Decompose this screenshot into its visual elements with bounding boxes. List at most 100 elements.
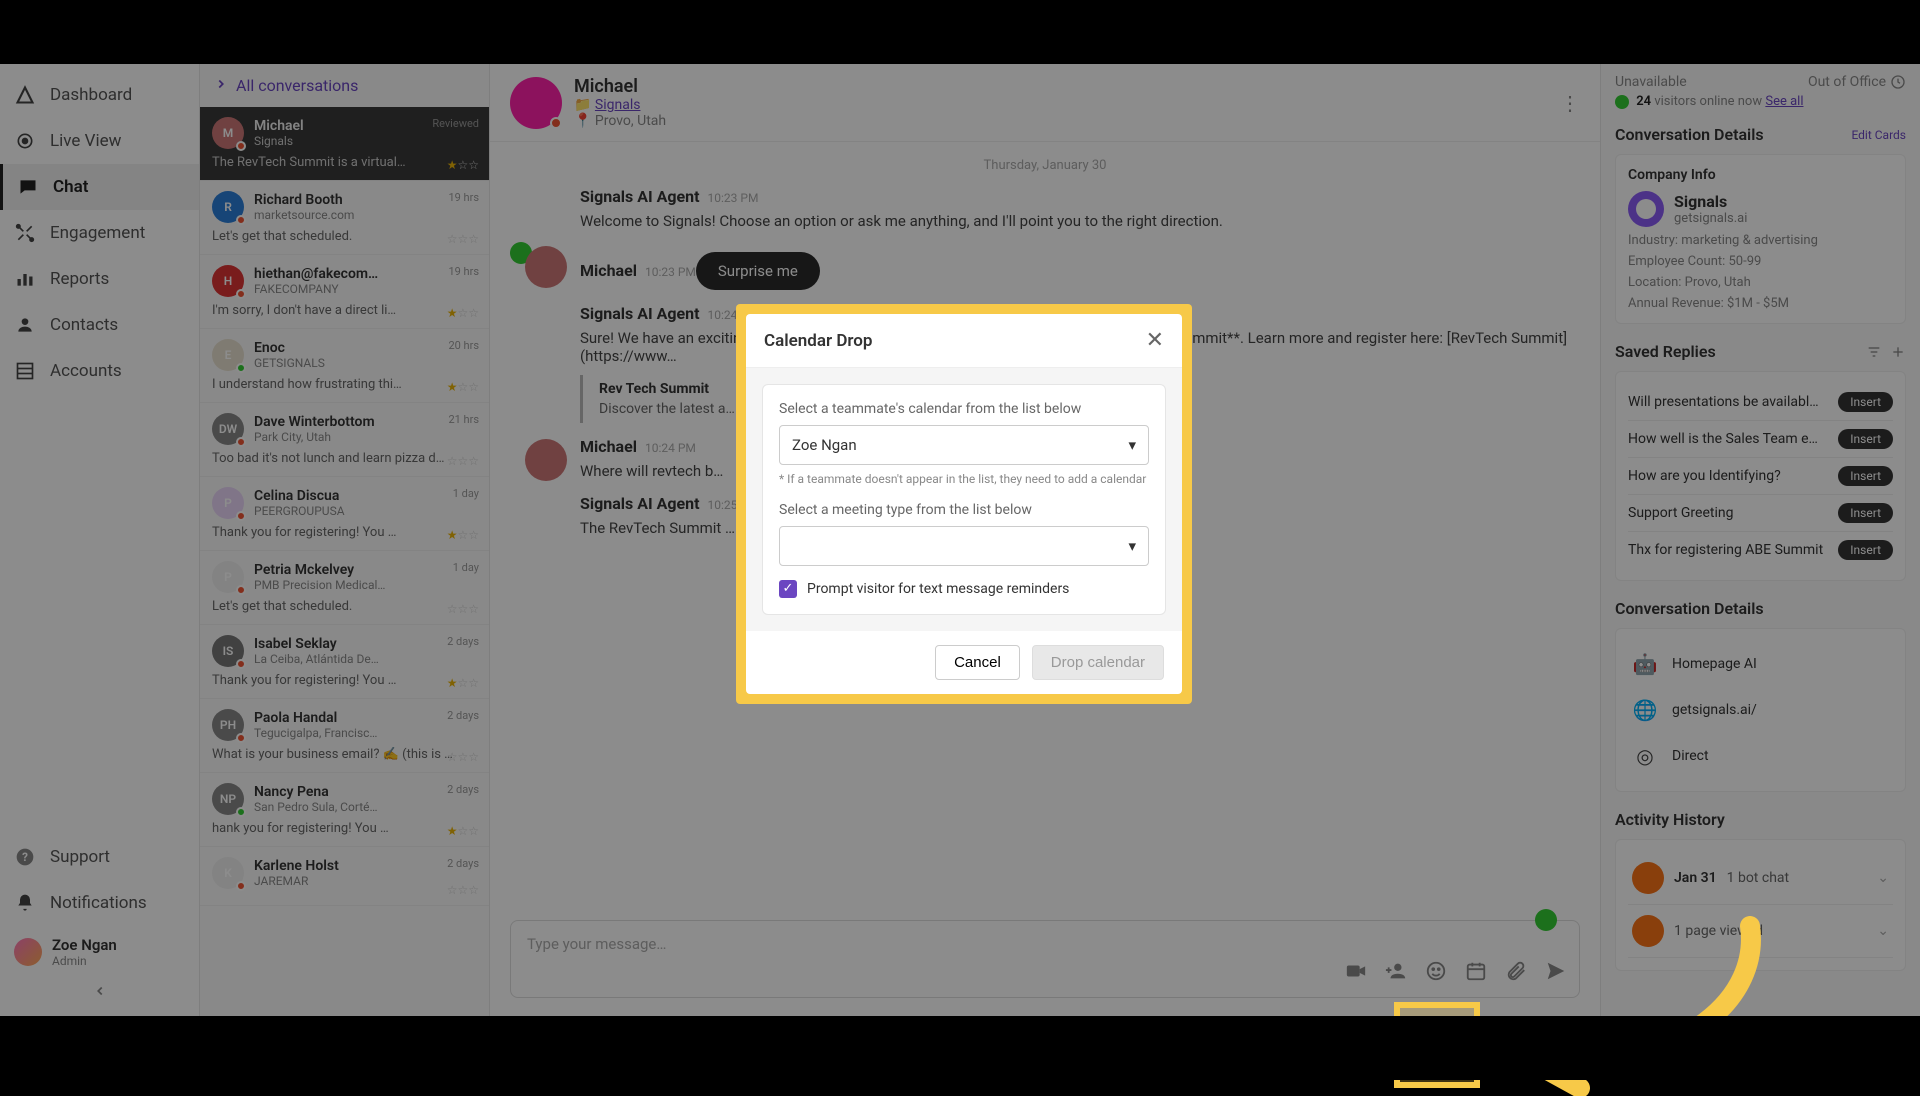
meeting-type-label: Select a meeting type from the list belo…	[779, 502, 1149, 518]
conversation-item[interactable]: Hhiethan@fakecom…FAKECOMPANY19 hrsI'm so…	[200, 255, 489, 329]
cancel-button[interactable]: Cancel	[935, 645, 1020, 680]
video-icon[interactable]	[1345, 960, 1367, 987]
insert-button[interactable]: Insert	[1838, 392, 1893, 412]
section-title: Activity History	[1615, 810, 1725, 829]
edit-cards-link[interactable]: Edit Cards	[1851, 128, 1906, 142]
section-title: Conversation Details	[1615, 125, 1764, 144]
chat-message: Signals AI Agent10:23 PMWelcome to Signa…	[580, 187, 1570, 230]
nav-label: Contacts	[50, 315, 118, 335]
company-name: Signals	[1674, 192, 1747, 211]
online-dot-icon	[1615, 95, 1629, 109]
insert-button[interactable]: Insert	[1838, 466, 1893, 486]
nav-label: Engagement	[50, 223, 145, 243]
contact-avatar	[510, 77, 562, 129]
help-icon: ?	[14, 846, 36, 868]
nav-label: Chat	[53, 177, 88, 197]
nav-chat[interactable]: Chat	[0, 164, 199, 210]
company-employees: Employee Count: 50-99	[1628, 254, 1893, 269]
chat-more-icon[interactable]: ⋮	[1560, 91, 1580, 115]
chevron-down-icon: ⌄	[1877, 923, 1889, 939]
out-of-office[interactable]: Out of Office	[1808, 74, 1906, 90]
reminders-checkbox[interactable]: ✓	[779, 580, 797, 598]
insert-button[interactable]: Insert	[1838, 540, 1893, 560]
see-all-link[interactable]: See all	[1765, 94, 1803, 109]
conversation-item[interactable]: MMichaelSignalsReviewedThe RevTech Summi…	[200, 107, 489, 181]
company-card: Company Info Signals getsignals.ai Indus…	[1615, 154, 1906, 324]
filter-icon[interactable]	[1866, 344, 1906, 360]
nav-contacts[interactable]: Contacts	[0, 302, 199, 348]
conversation-item[interactable]: ISIsabel SeklayLa Ceiba, Atlántida De…2 …	[200, 625, 489, 699]
conversation-item[interactable]: PPetria MckelveyPMB Precision Medical…1 …	[200, 551, 489, 625]
insert-button[interactable]: Insert	[1838, 503, 1893, 523]
right-panel: Unavailable Out of Office 24 visitors on…	[1600, 64, 1920, 1016]
emoji-icon[interactable]	[1425, 960, 1447, 987]
liveview-icon	[14, 130, 36, 152]
collapse-nav[interactable]	[0, 978, 199, 1008]
chat-icon	[17, 176, 39, 198]
activity-dot-icon	[1632, 862, 1664, 894]
user-avatar	[14, 938, 42, 966]
quick-reply-pill[interactable]: Surprise me	[696, 252, 820, 290]
card-title: Company Info	[1628, 167, 1893, 183]
chevron-down-icon: ▾	[1128, 436, 1136, 454]
reminders-label: Prompt visitor for text message reminder…	[807, 581, 1069, 597]
close-icon[interactable]: ✕	[1146, 328, 1164, 353]
nav-notifications[interactable]: Notifications	[0, 880, 199, 926]
nav-label: Notifications	[50, 893, 147, 913]
calendar-drop-modal: Calendar Drop ✕ Select a teammate's cale…	[736, 304, 1192, 704]
conversation-item[interactable]: DWDave WinterbottomPark City, Utah21 hrs…	[200, 403, 489, 477]
calendar-icon[interactable]	[1465, 960, 1487, 987]
visitors-row: 24 visitors online now See all	[1615, 94, 1906, 109]
conversation-item[interactable]: RRichard Boothmarketsource.com19 hrsLet'…	[200, 181, 489, 255]
insert-button[interactable]: Insert	[1838, 429, 1893, 449]
conversation-item[interactable]: EEnocGETSIGNALS20 hrsI understand how fr…	[200, 329, 489, 403]
chat-header: Michael 📁 Signals 📍 Provo, Utah ⋮	[490, 64, 1600, 142]
teammate-select[interactable]: Zoe Ngan ▾	[779, 425, 1149, 465]
meeting-type-select[interactable]: ▾	[779, 526, 1149, 566]
contact-company-link[interactable]: Signals	[595, 97, 641, 113]
nav-label: Live View	[50, 131, 121, 151]
conversation-item[interactable]: NPNancy PenaSan Pedro Sula, Corté…2 days…	[200, 773, 489, 847]
nav-dashboard[interactable]: Dashboard	[0, 72, 199, 118]
conversation-item[interactable]: PHPaola HandalTegucigalpa, Francisc…2 da…	[200, 699, 489, 773]
nav-support[interactable]: ? Support	[0, 834, 199, 880]
bell-icon	[14, 892, 36, 914]
add-person-icon[interactable]	[1385, 960, 1407, 987]
company-industry: Industry: marketing & advertising	[1628, 233, 1893, 248]
saved-reply-row: Thx for registering ABE SummitInsert	[1628, 532, 1893, 568]
nav-reports[interactable]: Reports	[0, 256, 199, 302]
contact-name: Michael	[574, 76, 666, 97]
company-location: Location: Provo, Utah	[1628, 275, 1893, 290]
conversation-details-card: 🤖Homepage AI🌐getsignals.ai/◎Direct	[1615, 628, 1906, 792]
dashboard-icon	[14, 84, 36, 106]
conversation-item[interactable]: KKarlene HolstJAREMAR2 days☆☆☆	[200, 847, 489, 906]
nav-engagement[interactable]: Engagement	[0, 210, 199, 256]
company-domain: getsignals.ai	[1674, 211, 1747, 226]
nav-accounts[interactable]: Accounts	[0, 348, 199, 394]
saved-reply-row: How well is the Sales Team e…Insert	[1628, 421, 1893, 458]
user-role: Admin	[52, 954, 117, 968]
detail-row: ◎Direct	[1628, 733, 1893, 779]
convlist-header[interactable]: All conversations	[200, 64, 489, 107]
date-separator: Thursday, January 30	[520, 158, 1570, 173]
convlist-title: All conversations	[236, 76, 358, 95]
nav-liveview[interactable]: Live View	[0, 118, 199, 164]
drop-calendar-button[interactable]: Drop calendar	[1032, 645, 1164, 680]
nav-label: Accounts	[50, 361, 122, 381]
detail-row: 🌐getsignals.ai/	[1628, 687, 1893, 733]
teammate-hint: * If a teammate doesn't appear in the li…	[779, 471, 1149, 488]
nav-label: Support	[50, 847, 110, 867]
detail-row: 🤖Homepage AI	[1628, 641, 1893, 687]
activity-row[interactable]: Jan 311 bot chat⌄	[1628, 852, 1893, 905]
message-composer[interactable]: Type your message…	[510, 920, 1580, 998]
modal-title: Calendar Drop	[764, 331, 873, 351]
left-nav: Dashboard Live View Chat Engagement Repo…	[0, 64, 200, 1016]
company-logo	[1628, 191, 1664, 227]
saved-reply-row: How are you Identifying?Insert	[1628, 458, 1893, 495]
user-block[interactable]: Zoe Ngan Admin	[0, 926, 199, 978]
contacts-icon	[14, 314, 36, 336]
conversation-item[interactable]: PCelina DiscuaPEERGROUPUSA1 dayThank you…	[200, 477, 489, 551]
svg-text:?: ?	[22, 850, 28, 864]
section-title: Conversation Details	[1615, 599, 1764, 618]
accounts-icon	[14, 360, 36, 382]
